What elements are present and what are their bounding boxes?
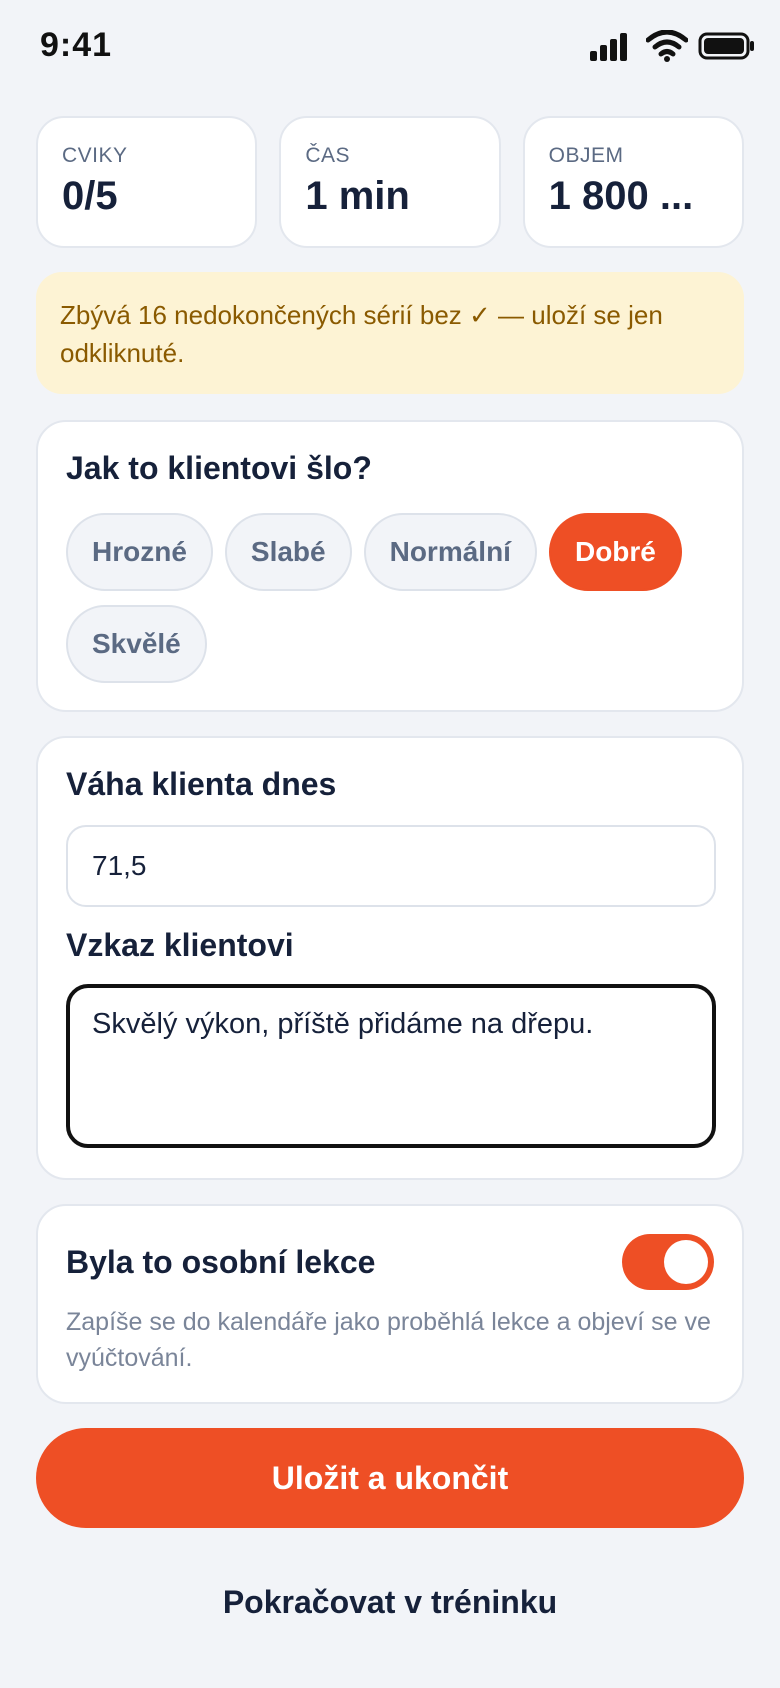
weight-label: Váha klienta dnes	[66, 766, 337, 802]
save-and-finish-button[interactable]: Uložit a ukončit	[36, 1428, 744, 1528]
battery-icon	[698, 32, 754, 60]
personal-lesson-toggle[interactable]	[622, 1234, 714, 1290]
unfinished-sets-warning: Zbývá 16 nedokončených sérií bez ✓ — ulo…	[36, 272, 744, 394]
stat-value: 1 800 ...	[548, 174, 694, 218]
rating-chip-skvele[interactable]: Skvělé	[66, 605, 207, 683]
stat-value: 0/5	[62, 174, 118, 218]
stat-value: 1 min	[305, 174, 410, 218]
stat-card-time: ČAS 1 min	[279, 116, 501, 248]
stats-row: CVIKY 0/5 ČAS 1 min OBJEM 1 800 ...	[36, 116, 744, 248]
personal-lesson-card: Byla to osobní lekce Zapíše se do kalend…	[36, 1204, 744, 1404]
rating-chip-normalni[interactable]: Normální	[363, 513, 537, 591]
lesson-description: Zapíše se do kalendáře jako proběhlá lek…	[66, 1308, 711, 1372]
status-bar: 9:41	[0, 0, 780, 100]
rating-options: Hrozné Slabé Normální Dobré Skvělé	[66, 513, 726, 683]
weight-input[interactable]: 71,5	[66, 825, 716, 907]
client-form-card: Váha klienta dnes 71,5 Vzkaz klientovi S…	[36, 736, 744, 1180]
message-label: Vzkaz klientovi	[66, 927, 294, 963]
lesson-title: Byla to osobní lekce	[66, 1243, 376, 1280]
wifi-icon	[646, 30, 688, 62]
stat-card-exercises: CVIKY 0/5	[36, 116, 258, 248]
rating-chip-hrozne[interactable]: Hrozné	[66, 513, 213, 591]
status-time: 9:41	[40, 26, 113, 64]
stat-label: CVIKY	[62, 144, 128, 167]
message-textarea[interactable]: Skvělý výkon, příště přidáme na dřepu.	[66, 984, 716, 1148]
rating-title: Jak to klientovi šlo?	[66, 450, 372, 486]
status-icons	[590, 30, 756, 62]
rating-chip-slabe[interactable]: Slabé	[224, 513, 352, 591]
rating-card: Jak to klientovi šlo? Hrozné Slabé Normá…	[36, 420, 744, 712]
stat-label: OBJEM	[548, 144, 624, 167]
rating-chip-dobre[interactable]: Dobré	[548, 513, 682, 591]
continue-training-button[interactable]: Pokračovat v tréninku	[36, 1562, 744, 1642]
stat-label: ČAS	[305, 144, 351, 167]
toggle-knob	[664, 1240, 708, 1284]
workout-finish-screen: 9:41 CVIKY 0/5 ČAS 1 min OBJEM 1 800 ...…	[0, 0, 780, 1688]
signal-icon	[590, 33, 627, 61]
stat-card-volume: OBJEM 1 800 ...	[522, 116, 744, 248]
lesson-row: Byla to osobní lekce	[66, 1234, 714, 1290]
